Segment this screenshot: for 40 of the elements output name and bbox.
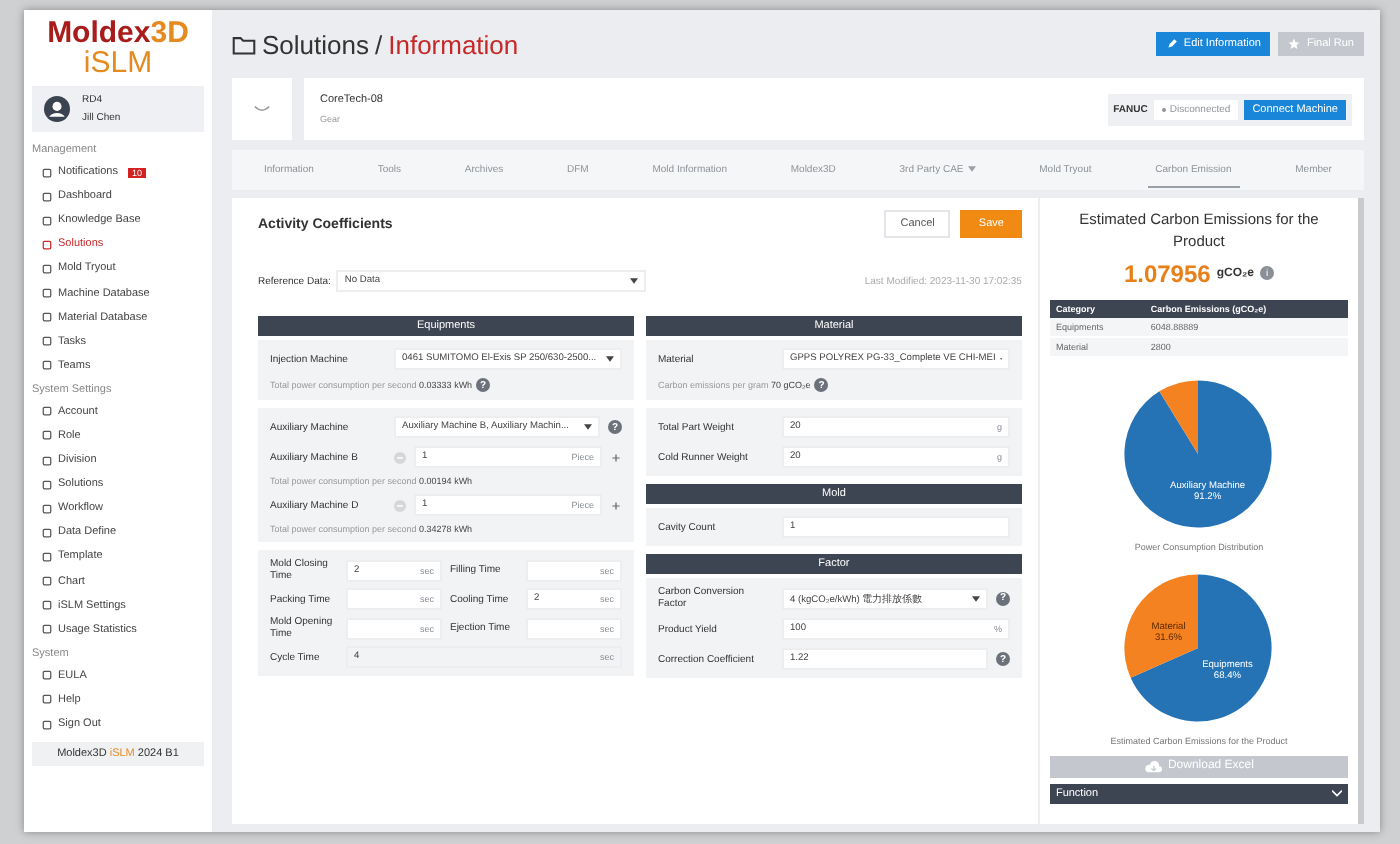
square-icon: [42, 239, 52, 250]
caret-icon: [630, 278, 639, 284]
avatar-icon: [44, 96, 70, 122]
chevron-icon: [1332, 789, 1342, 797]
square-icon: [42, 576, 52, 587]
caret-icon: [605, 356, 614, 362]
square-icon: [42, 479, 52, 490]
square-icon: [42, 167, 52, 178]
square-icon: [42, 336, 52, 347]
part-thumbnail: [232, 78, 292, 140]
square-icon: [42, 191, 52, 202]
caret-icon: [971, 595, 980, 601]
breadcrumb-separator: /: [374, 29, 383, 59]
square-icon: [42, 694, 52, 705]
square-icon: [42, 263, 52, 274]
square-icon: [42, 288, 52, 299]
square-icon: [42, 600, 52, 611]
page-title: Information: [388, 29, 519, 59]
square-icon: [42, 430, 52, 441]
folder-icon: [232, 33, 256, 55]
cloud-download-icon: [1143, 759, 1162, 773]
square-icon: [42, 551, 52, 562]
square-icon: [42, 503, 52, 514]
star-icon: [1288, 38, 1301, 50]
square-icon: [42, 312, 52, 323]
square-icon: [42, 719, 52, 730]
caret-icon: [583, 424, 592, 430]
logo: Moldex3D iSLM: [45, 18, 191, 78]
square-icon: [42, 455, 52, 466]
pencil-icon: [1165, 38, 1178, 50]
square-icon: [42, 670, 52, 681]
total-emissions: 1.07956: [1123, 259, 1211, 287]
square-icon: [42, 215, 52, 226]
square-icon: [42, 360, 52, 371]
breadcrumb-section[interactable]: Solutions: [262, 29, 369, 59]
plus-icon[interactable]: [609, 499, 622, 511]
plus-icon[interactable]: [609, 451, 622, 463]
square-icon: [42, 527, 52, 538]
square-icon: [42, 624, 52, 635]
square-icon: [42, 406, 52, 417]
